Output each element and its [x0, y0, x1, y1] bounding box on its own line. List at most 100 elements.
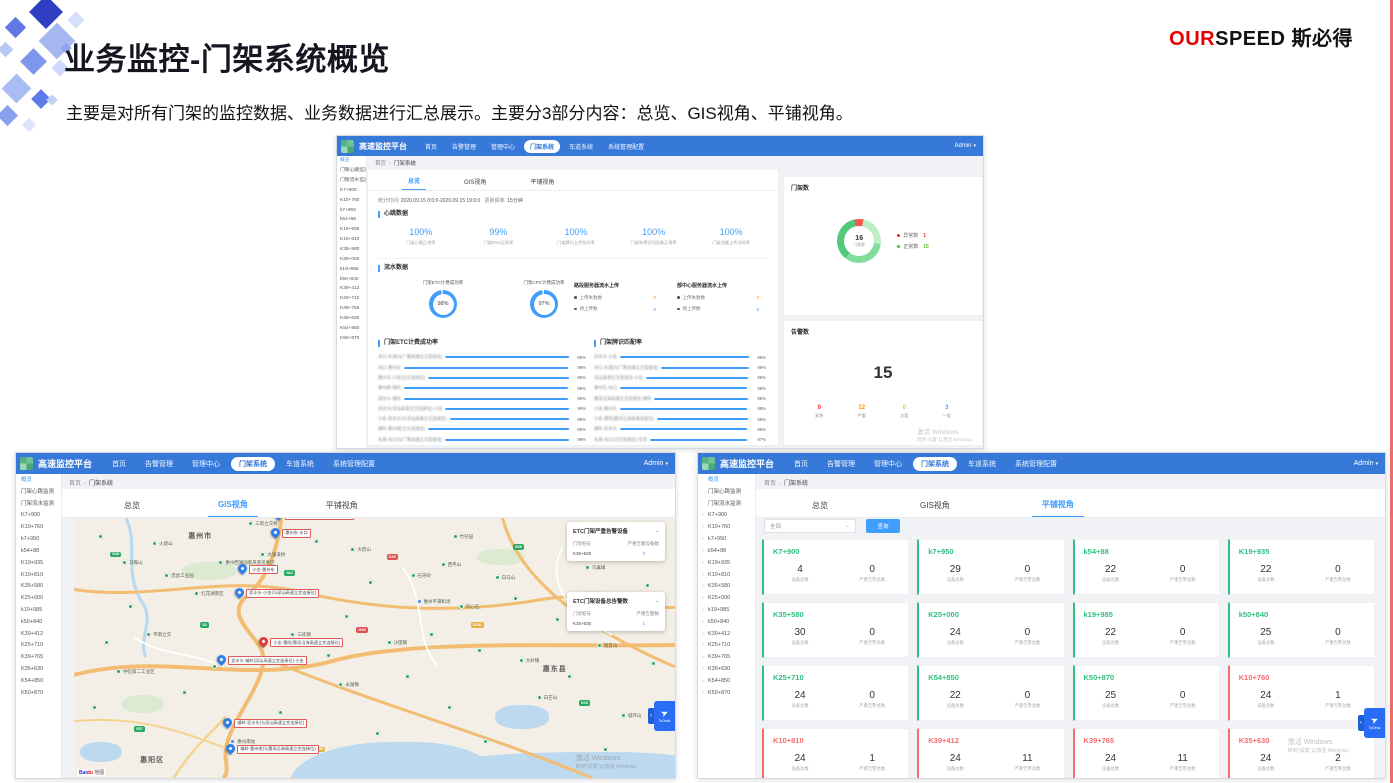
gantry-card[interactable]: k7+950 29 设备总数 0 严重告警总数	[917, 539, 1064, 595]
sidebar-item[interactable]: K39+412	[16, 628, 61, 640]
sidebar-item[interactable]: K39+765	[337, 304, 366, 314]
search-button[interactable]: 查询	[866, 519, 900, 533]
gantry-card[interactable]: K35+580 30 设备总数 0 严重告警总数	[762, 602, 909, 658]
nav-item[interactable]: 车道系统	[960, 457, 1004, 471]
gantry-card[interactable]: K25+000 24 设备总数 0 严重告警总数	[917, 602, 1064, 658]
tab-tiled[interactable]: 平铺视角	[524, 177, 560, 190]
sidebar-item[interactable]: k50+840	[698, 616, 755, 628]
tab-gis[interactable]: GIS视角	[910, 500, 960, 517]
tab-tiled[interactable]: 平铺视角	[316, 500, 368, 517]
gantry-card[interactable]: K39+765 24 设备总数 11 严重告警总数	[1073, 728, 1220, 779]
nav-item[interactable]: 车道系统	[278, 457, 322, 471]
gantry-card[interactable]: K19+935 22 设备总数 0 严重告警总数	[1228, 539, 1375, 595]
tab-overview[interactable]: 总览	[402, 176, 426, 190]
sidebar-item[interactable]: K19+935	[337, 225, 366, 235]
breadcrumb-home[interactable]: 首页	[764, 481, 776, 487]
nav-item[interactable]: 门架系统	[231, 457, 275, 471]
sidebar-item[interactable]: K54+850	[16, 675, 61, 687]
sidebar-item[interactable]: k19+985	[16, 604, 61, 616]
sidebar-item[interactable]: K50+870	[16, 687, 61, 699]
sidebar-item[interactable]: K50+870	[337, 333, 366, 343]
sidebar-item[interactable]: 门架心跳监测	[698, 486, 755, 498]
sidebar-item[interactable]: k19+985	[337, 264, 366, 274]
sidebar-item[interactable]: K35+630	[16, 663, 61, 675]
sidebar-item[interactable]: K7+900	[16, 509, 61, 521]
sidebar-item[interactable]: K10+810	[337, 235, 366, 245]
gantry-card[interactable]: K50+870 25 设备总数 0 严重告警总数	[1073, 665, 1220, 721]
sidebar-item[interactable]: K54+850	[698, 675, 755, 687]
chevron-down-icon[interactable]: ⌄	[655, 598, 659, 604]
nav-item[interactable]: 车道系统	[563, 140, 599, 153]
sidebar-item[interactable]: k54+88	[16, 545, 61, 557]
sidebar-item[interactable]: k7+950	[698, 533, 755, 545]
breadcrumb-home[interactable]: 首页	[375, 161, 386, 167]
nav-item[interactable]: 首页	[786, 457, 816, 471]
admin-menu[interactable]: Admin▾	[644, 460, 668, 467]
nav-item[interactable]: 告警管理	[137, 457, 181, 471]
sidebar-item[interactable]: 门架流水监测	[16, 498, 61, 510]
gantry-card[interactable]: K54+850 22 设备总数 0 严重告警总数	[917, 665, 1064, 721]
nav-item[interactable]: 门架系统	[913, 457, 957, 471]
sidebar-item[interactable]: K7+900	[698, 509, 755, 521]
nav-item[interactable]: 系统管理配置	[325, 457, 383, 471]
sidebar-item[interactable]: k7+950	[16, 533, 61, 545]
chevron-down-icon[interactable]: ⌄	[655, 528, 659, 534]
gis-map[interactable]: 火烧山马鞍山惠州西湖国家风景名胜区红花湖景区大湖溪桥三新立交桥大府山竹仔园石牙岭…	[74, 518, 675, 778]
gantry-filter-select[interactable]: 全部⌄	[764, 519, 856, 533]
sidebar-item[interactable]: K10+760	[16, 521, 61, 533]
sidebar-item[interactable]: K39+412	[337, 284, 366, 294]
sidebar-item[interactable]: K50+870	[698, 687, 755, 699]
nav-item[interactable]: 系统管理配置	[1007, 457, 1065, 471]
sidebar-item[interactable]: K35+580	[16, 580, 61, 592]
gantry-card[interactable]: k54+88 22 设备总数 0 严重告警总数	[1073, 539, 1220, 595]
nav-item[interactable]: 门架系统	[524, 140, 560, 153]
breadcrumb-home[interactable]: 首页	[69, 481, 81, 487]
sidebar-item[interactable]: 概览	[698, 474, 755, 486]
nav-item[interactable]: 首页	[419, 140, 443, 153]
sidebar-item[interactable]: K19+935	[16, 557, 61, 569]
nav-item[interactable]: 管理中心	[184, 457, 228, 471]
sidebar-item[interactable]: K10+810	[698, 569, 755, 581]
sidebar-item[interactable]: K54+850	[337, 324, 366, 334]
sidebar-item[interactable]: K25+000	[698, 592, 755, 604]
sidebar-item[interactable]: k7+950	[337, 205, 366, 215]
nav-item[interactable]: 系统管理配置	[602, 140, 650, 153]
nav-item[interactable]: 告警管理	[819, 457, 863, 471]
gantry-card[interactable]: k50+840 25 设备总数 0 严重告警总数	[1228, 602, 1375, 658]
sidebar-item[interactable]: 概览	[16, 474, 61, 486]
sidebar-item[interactable]: 门架心跳监测	[337, 166, 366, 176]
sidebar-item[interactable]: K10+810	[16, 569, 61, 581]
sidebar-item[interactable]: 门架心跳监测	[16, 486, 61, 498]
sidebar-item[interactable]: k19+985	[698, 604, 755, 616]
nav-item[interactable]: 告警管理	[446, 140, 482, 153]
gantry-card[interactable]: K7+900 4 设备总数 0 严重告警总数	[762, 539, 909, 595]
sidebar-item[interactable]: K19+935	[698, 557, 755, 569]
sidebar-item[interactable]: K7+900	[337, 186, 366, 196]
sidebar-item[interactable]: K25+000	[337, 255, 366, 265]
sidebar-item[interactable]: K39+765	[698, 651, 755, 663]
sidebar-item[interactable]: K35+580	[337, 245, 366, 255]
sidebar-item[interactable]: K35+630	[698, 663, 755, 675]
gantry-card[interactable]: K25+710 24 设备总数 0 严重告警总数	[762, 665, 909, 721]
sidebar-item[interactable]: K25+710	[16, 640, 61, 652]
gantry-card[interactable]: K10+760 24 设备总数 1 严重告警总数	[1228, 665, 1375, 721]
gantry-card[interactable]: K10+810 24 设备总数 1 严重告警总数	[762, 728, 909, 779]
sidebar-item[interactable]: K10+760	[337, 195, 366, 205]
sidebar-item[interactable]: 门架流水监测	[698, 498, 755, 510]
sidebar-item[interactable]: K25+000	[16, 592, 61, 604]
tab-gis[interactable]: GIS视角	[458, 177, 492, 190]
sidebar-item[interactable]: K10+760	[698, 521, 755, 533]
tab-tiled[interactable]: 平铺视角	[1032, 499, 1084, 517]
sidebar-item[interactable]: k50+840	[337, 274, 366, 284]
admin-menu[interactable]: Admin▾	[1354, 460, 1378, 467]
sidebar-item[interactable]: k54+88	[698, 545, 755, 557]
sidebar-item[interactable]: K39+412	[698, 628, 755, 640]
sidebar-item[interactable]: K25+710	[698, 640, 755, 652]
gantry-card[interactable]: k19+985 22 设备总数 0 严重告警总数	[1073, 602, 1220, 658]
sidebar-item[interactable]: K39+765	[16, 651, 61, 663]
sidebar-item[interactable]: 概览	[337, 156, 366, 166]
sidebar-item[interactable]: K35+630	[337, 314, 366, 324]
sidebar-item[interactable]: k50+840	[16, 616, 61, 628]
gantry-card[interactable]: K39+412 24 设备总数 11 严重告警总数	[917, 728, 1064, 779]
nav-item[interactable]: 管理中心	[866, 457, 910, 471]
